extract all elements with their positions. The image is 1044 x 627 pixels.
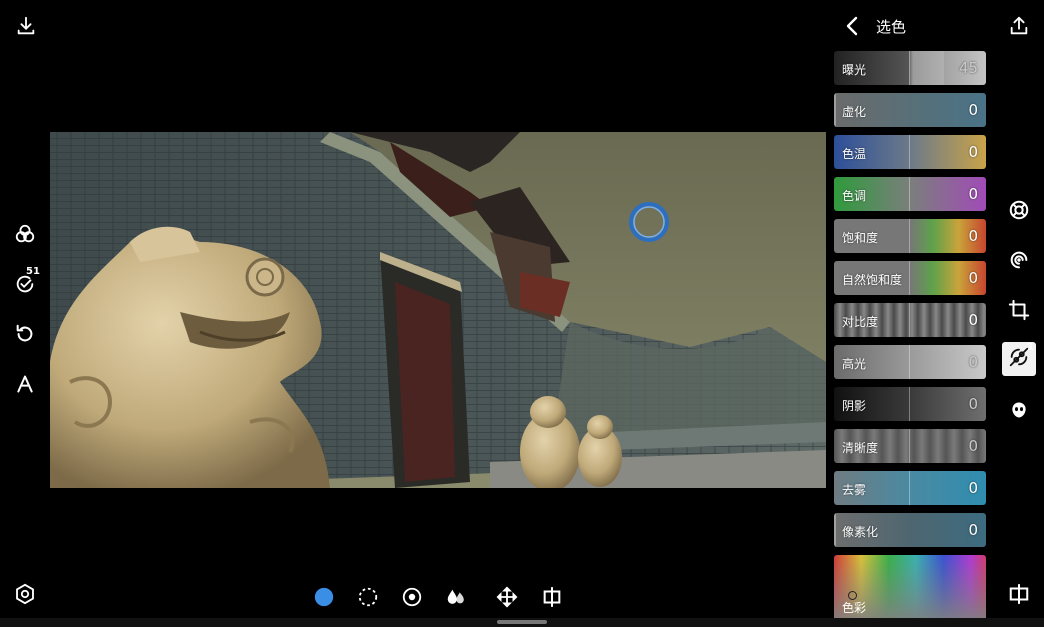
slider-contrast[interactable]: 对比度 0 — [834, 303, 986, 337]
slider-vibrance[interactable]: 自然饱和度 0 — [834, 261, 986, 295]
slider-value: 0 — [968, 227, 978, 245]
slider-saturation[interactable]: 饱和度 0 — [834, 219, 986, 253]
slider-label: 色温 — [842, 147, 867, 161]
slider-exposure[interactable]: 曝光 45 — [834, 51, 986, 85]
slider-value: 0 — [968, 479, 978, 497]
split-icon[interactable] — [540, 585, 564, 609]
panel-title: 选色 — [876, 18, 907, 36]
download-icon[interactable] — [14, 14, 38, 38]
color-panel-label: 色彩 — [842, 601, 867, 615]
slider-shadows[interactable]: 阴影 0 — [834, 387, 986, 421]
lasso-icon[interactable] — [356, 585, 380, 609]
brush-icon[interactable] — [312, 585, 336, 609]
slider-label: 去雾 — [842, 483, 867, 497]
color-spectrum-panel[interactable]: 色彩 — [834, 555, 986, 619]
slider-label: 阴影 — [842, 399, 867, 413]
chevron-left-icon[interactable] — [842, 14, 862, 38]
slider-label: 色调 — [842, 189, 867, 203]
slider-value: 0 — [968, 269, 978, 287]
lifebuoy-icon[interactable] — [1007, 198, 1031, 222]
slider-dehaze[interactable]: 去雾 0 — [834, 471, 986, 505]
crop-icon[interactable] — [1007, 298, 1031, 322]
slider-pixelate[interactable]: 像素化 0 — [834, 513, 986, 547]
slider-tint[interactable]: 色调 0 — [834, 177, 986, 211]
slider-value: 0 — [968, 395, 978, 413]
home-indicator[interactable] — [497, 620, 547, 624]
share-icon[interactable] — [1007, 14, 1031, 38]
slider-highlights[interactable]: 高光 0 — [834, 345, 986, 379]
slider-temperature[interactable]: 色温 0 — [834, 135, 986, 169]
history-count-badge: 51 — [26, 266, 40, 277]
slider-value: 45 — [958, 59, 978, 77]
slider-label: 饱和度 — [842, 231, 879, 245]
compare-icon[interactable] — [1007, 582, 1031, 606]
slider-value: 0 — [968, 311, 978, 329]
text-icon[interactable] — [13, 372, 37, 396]
select-color-badge: 1 — [1027, 342, 1034, 353]
slider-value: 0 — [968, 143, 978, 161]
slider-label: 对比度 — [842, 315, 879, 329]
slider-label: 高光 — [842, 357, 867, 371]
slider-value: 0 — [968, 185, 978, 203]
slider-label: 曝光 — [842, 63, 867, 77]
settings-icon[interactable] — [13, 582, 37, 606]
photo-canvas[interactable] — [50, 132, 826, 488]
slider-value: 0 — [968, 437, 978, 455]
slider-value: 0 — [968, 353, 978, 371]
move-icon[interactable] — [495, 585, 519, 609]
layers-icon[interactable] — [13, 222, 37, 246]
radial-icon[interactable] — [400, 585, 424, 609]
color-picker-target[interactable] — [628, 201, 670, 243]
face-icon[interactable] — [1007, 398, 1031, 422]
spiral-icon[interactable] — [1007, 248, 1031, 272]
slider-label: 清晰度 — [842, 441, 879, 455]
slider-label: 自然饱和度 — [842, 273, 903, 287]
slider-value: 0 — [968, 101, 978, 119]
slider-clarity[interactable]: 清晰度 0 — [834, 429, 986, 463]
slider-label: 虚化 — [842, 105, 867, 119]
slider-value: 0 — [968, 521, 978, 539]
drop-icon[interactable] — [444, 585, 468, 609]
undo-icon[interactable] — [13, 322, 37, 346]
slider-label: 像素化 — [842, 525, 879, 539]
slider-blur[interactable]: 虚化 0 — [834, 93, 986, 127]
